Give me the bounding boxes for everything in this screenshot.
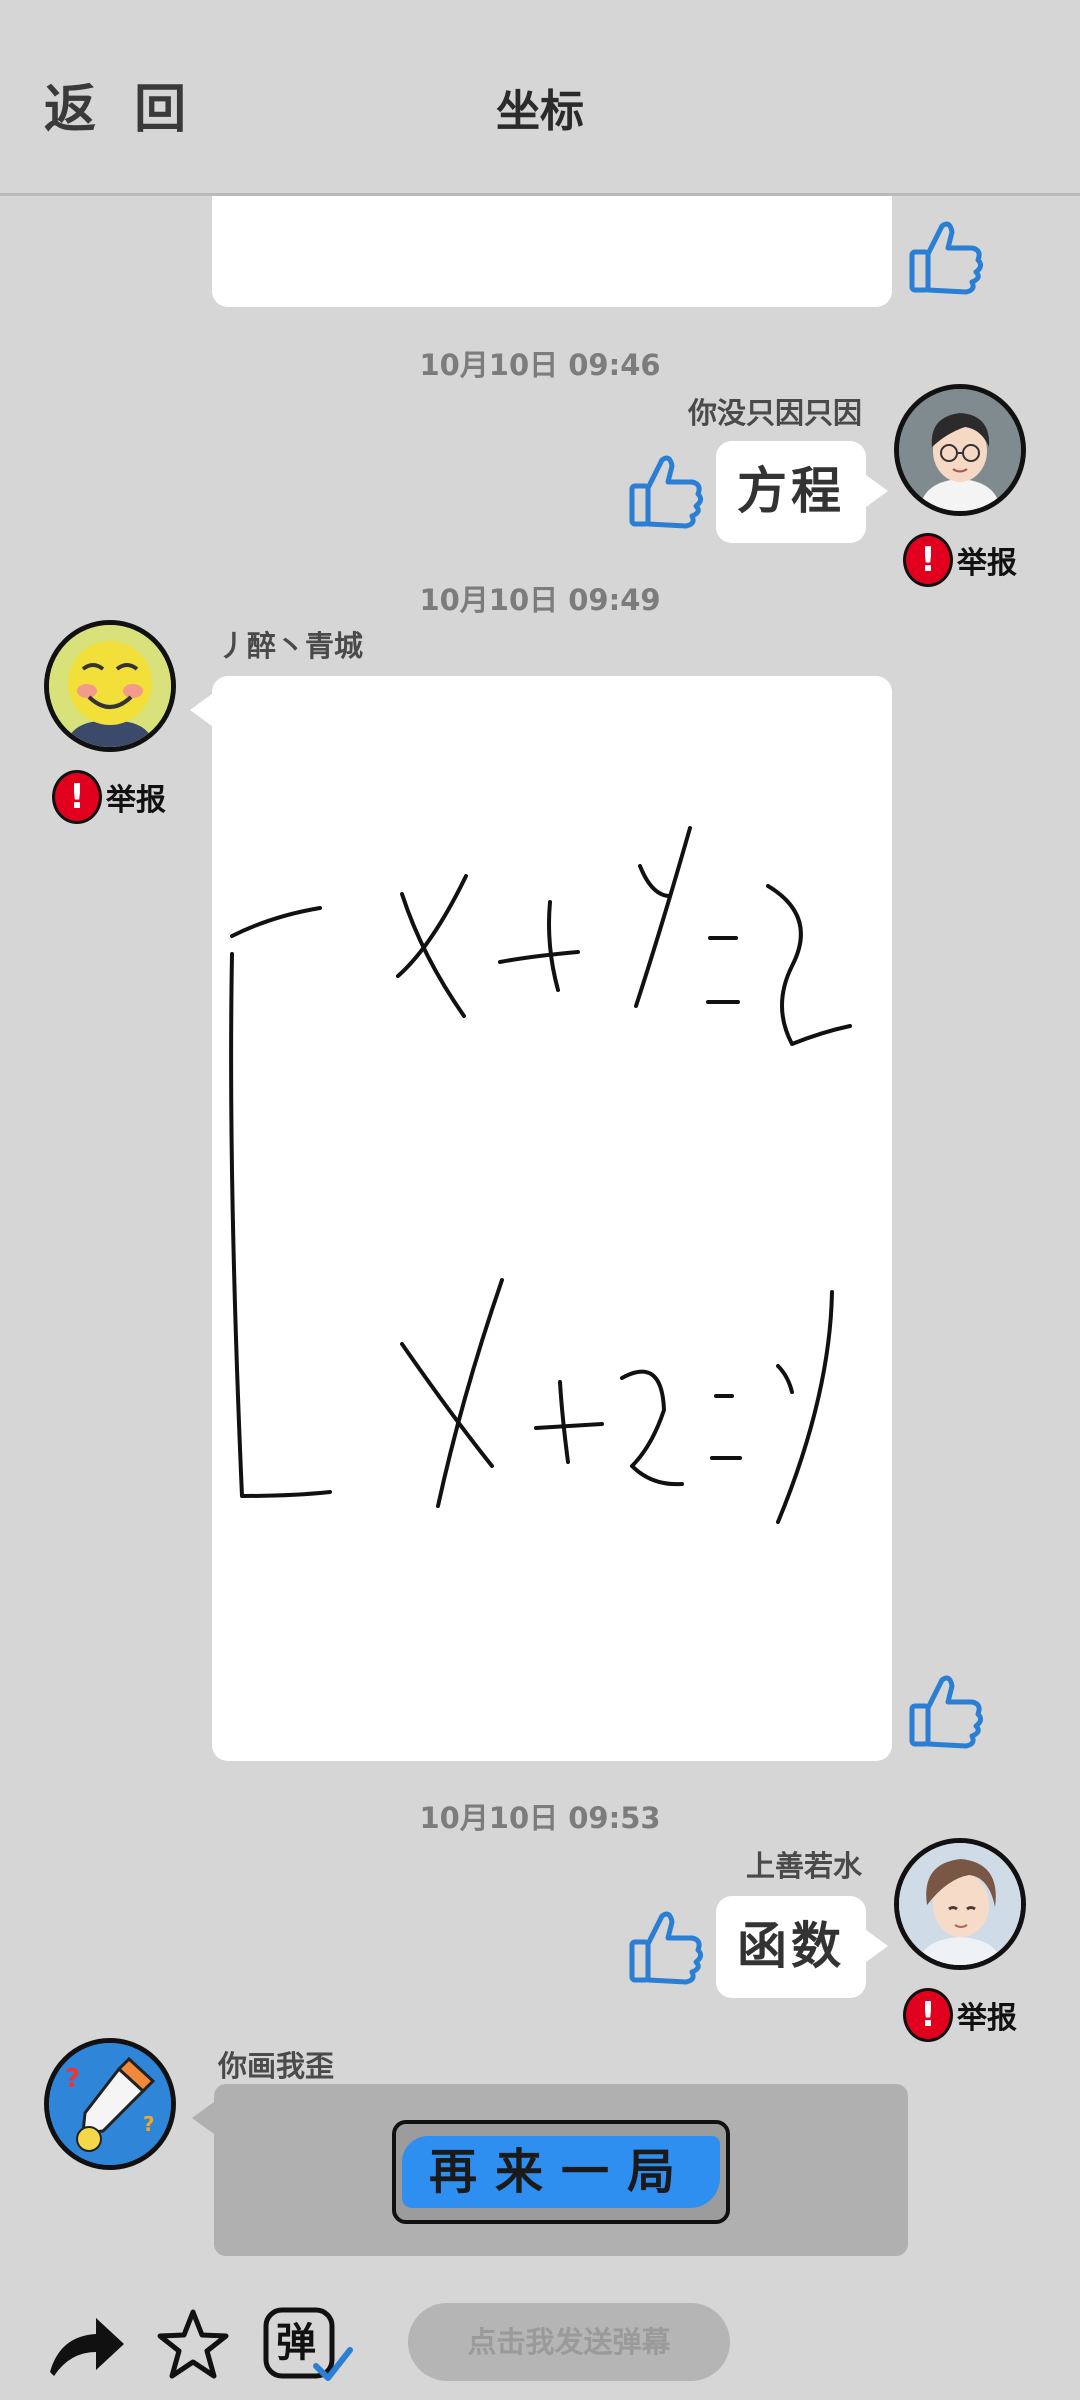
thumb-up-icon[interactable]: [626, 448, 706, 534]
svg-text:?: ?: [143, 2112, 155, 2136]
handwritten-equation-drawing: [229, 826, 852, 1524]
thumb-up-icon[interactable]: [906, 1668, 986, 1754]
avatar-anime-boy-image: [899, 1843, 1021, 1965]
thumb-up-icon[interactable]: [626, 1904, 706, 1990]
message-time: 10月10日 09:53: [419, 1801, 661, 1835]
share-icon[interactable]: [44, 2308, 128, 2384]
sender-name: 你没只因只因: [687, 396, 862, 430]
avatar-pencil-logo-image: ? ?: [49, 2043, 171, 2165]
report-icon: !: [903, 1988, 953, 2042]
message-time: 10月10日 09:46: [419, 348, 661, 382]
text-bubble[interactable]: 函数: [716, 1896, 888, 1998]
avatar[interactable]: ? ?: [44, 2038, 176, 2170]
play-again-button[interactable]: 再来一局: [392, 2120, 730, 2224]
report-button[interactable]: ! 举报: [52, 770, 166, 824]
message-text: 函数: [737, 1917, 845, 1975]
thumb-up-icon[interactable]: [906, 214, 986, 300]
report-icon: !: [52, 770, 102, 824]
sender-name: 你画我歪: [218, 2049, 335, 2083]
danmu-input[interactable]: 点击我发送弹幕: [408, 2303, 730, 2381]
avatar[interactable]: [894, 384, 1026, 516]
report-button[interactable]: ! 举报: [903, 1988, 1017, 2042]
avatar-boy-glasses-image: [899, 389, 1021, 511]
message-time: 10月10日 09:49: [419, 583, 661, 617]
page-title: 坐标: [496, 86, 584, 137]
avatar[interactable]: [44, 620, 176, 752]
text-bubble[interactable]: 方程: [716, 441, 888, 543]
star-icon[interactable]: [154, 2306, 232, 2384]
message-text: 方程: [737, 462, 845, 520]
drawing-bubble[interactable]: [190, 676, 892, 1761]
top-bar: 返 回 坐标: [0, 0, 1080, 196]
sender-name: 丿醉丶青城: [218, 629, 364, 663]
danmu-icon[interactable]: 弹: [262, 2304, 354, 2386]
avatar[interactable]: [894, 1838, 1026, 1970]
game-message-panel: 再来一局: [192, 2084, 908, 2256]
svg-text:?: ?: [65, 2064, 80, 2094]
sender-name: 上善若水: [745, 1849, 862, 1883]
avatar-smiley-image: [49, 625, 171, 747]
